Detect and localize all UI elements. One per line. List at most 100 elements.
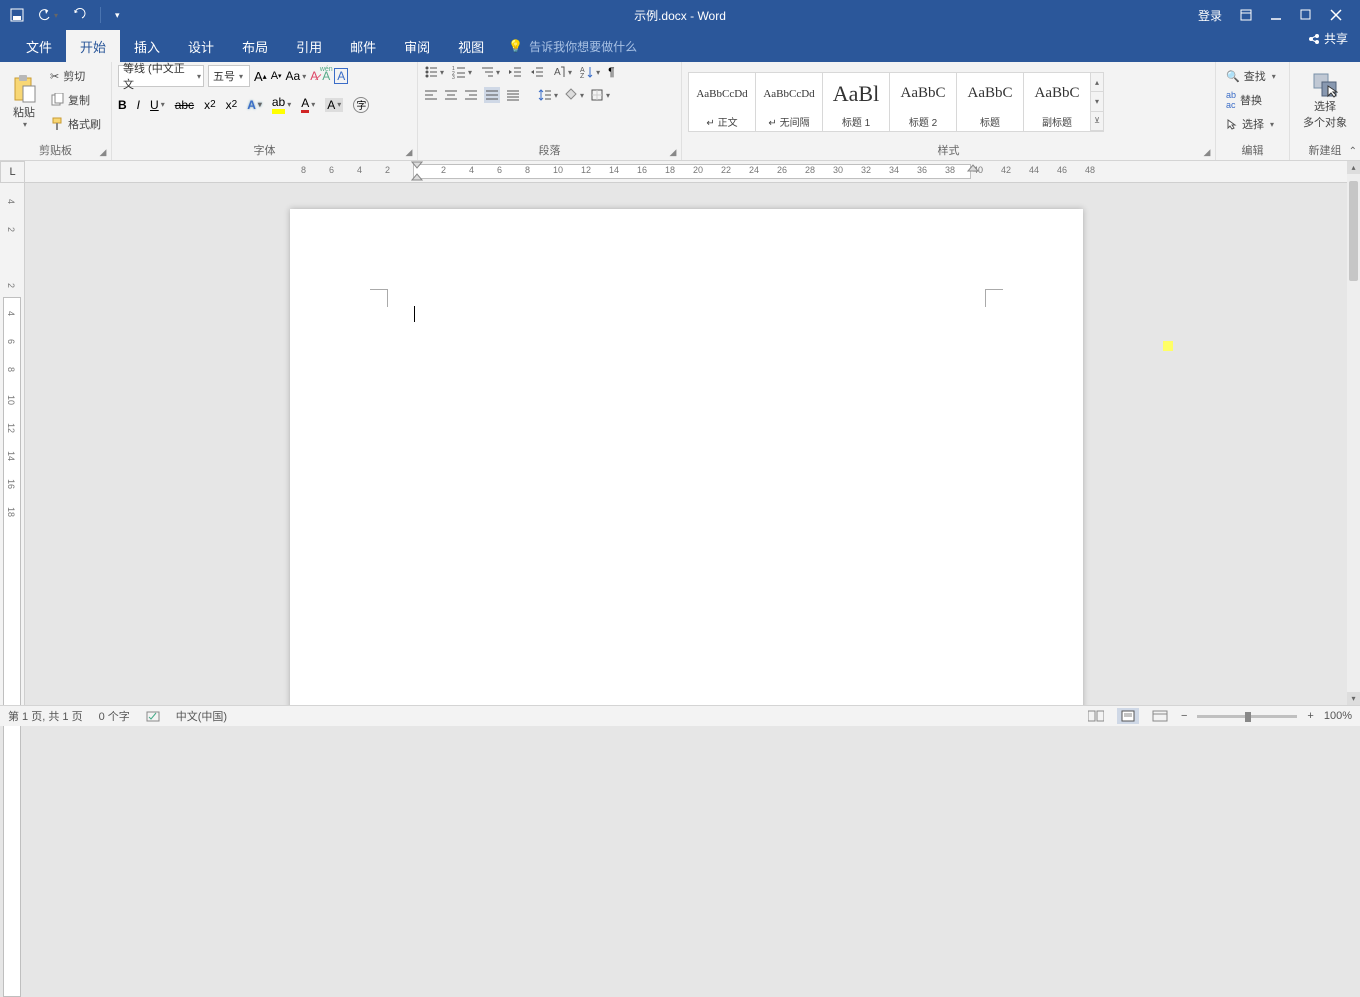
highlight-icon[interactable]: ab [272,95,291,114]
zoom-level[interactable]: 100% [1324,710,1352,722]
login-link[interactable]: 登录 [1198,7,1222,24]
grow-font-icon[interactable]: A▴ [254,69,267,84]
text-effects-icon[interactable]: A [247,98,262,112]
superscript-icon[interactable]: x2 [226,98,238,112]
tab-view[interactable]: 视图 [444,30,498,62]
save-icon[interactable] [10,8,24,22]
line-spacing-icon[interactable] [538,88,558,102]
tab-design[interactable]: 设计 [174,30,228,62]
share-button[interactable]: 共享 [1308,30,1348,47]
ribbon-display-options-icon[interactable] [1240,9,1252,21]
char-shading-icon[interactable]: A [325,98,343,112]
decrease-indent-icon[interactable] [508,65,522,79]
paste-button[interactable]: 粘贴 [6,65,42,137]
select-multiple-objects-button[interactable]: 选择 多个对象 [1296,65,1354,137]
align-left-icon[interactable] [424,88,438,102]
cut-button[interactable]: ✂剪切 [46,65,105,87]
vertical-ruler[interactable]: 4224681012141618 [0,183,25,705]
format-painter-button[interactable]: 格式刷 [46,113,105,135]
spellcheck-icon[interactable] [146,709,160,723]
bold-icon[interactable]: B [118,98,127,112]
tab-insert[interactable]: 插入 [120,30,174,62]
clear-formatting-icon[interactable]: A̷ [310,69,318,83]
cursor-icon [1226,118,1238,130]
tab-home[interactable]: 开始 [66,30,120,62]
justify-icon[interactable] [484,87,500,103]
maximize-icon[interactable] [1300,9,1312,21]
font-color-icon[interactable]: A [301,96,315,113]
character-border-icon[interactable]: A [334,68,348,84]
zoom-slider[interactable] [1197,715,1297,718]
change-case-icon[interactable]: Aa [286,69,307,83]
style-item-3[interactable]: AaBbC标题 2 [889,72,957,132]
clipboard-dialog-launcher[interactable]: ◢ [97,147,109,159]
style-item-1[interactable]: AaBbCcDd↵ 无间隔 [755,72,823,132]
zoom-in-icon[interactable]: + [1307,710,1313,722]
tab-selector[interactable]: L [0,161,25,183]
italic-icon[interactable]: I [137,98,140,112]
copy-button[interactable]: 复制 [46,89,105,111]
gallery-up-icon[interactable]: ▴ [1091,73,1103,92]
undo-icon[interactable] [38,8,58,22]
gallery-down-icon[interactable]: ▾ [1091,92,1103,111]
shrink-font-icon[interactable]: A▾ [271,70,282,82]
numbering-icon[interactable]: 123 [452,65,472,79]
font-size-combo[interactable]: 五号▾ [208,65,250,87]
align-center-icon[interactable] [444,88,458,102]
lightbulb-icon: 💡 [508,39,523,53]
vertical-scrollbar[interactable]: ▴ ▾ [1347,161,1360,705]
strikethrough-icon[interactable]: abc [175,98,194,112]
minimize-icon[interactable] [1270,9,1282,21]
group-font: 等线 (中文正文▾ 五号▾ A▴ A▾ Aa A̷ wénA A B I U a… [112,62,418,160]
style-item-0[interactable]: AaBbCcDd↵ 正文 [688,72,756,132]
style-item-4[interactable]: AaBbC标题 [956,72,1024,132]
scroll-down-icon[interactable]: ▾ [1347,692,1360,705]
tab-references[interactable]: 引用 [282,30,336,62]
document-viewport[interactable] [25,183,1347,705]
tab-file[interactable]: 文件 [12,30,66,62]
close-icon[interactable] [1330,9,1342,21]
page-indicator[interactable]: 第 1 页, 共 1 页 [8,708,83,724]
font-dialog-launcher[interactable]: ◢ [403,147,415,159]
style-item-2[interactable]: AaBl标题 1 [822,72,890,132]
distributed-icon[interactable] [506,88,520,102]
collapse-ribbon-icon[interactable]: ⌃ [1349,146,1357,157]
enclose-char-icon[interactable]: 字 [353,97,369,113]
gallery-more-icon[interactable]: ⊻ [1091,112,1103,131]
web-layout-icon[interactable] [1149,708,1171,724]
replace-button[interactable]: abac替换 [1222,89,1280,111]
read-mode-icon[interactable] [1085,708,1107,724]
print-layout-icon[interactable] [1117,708,1139,724]
sort-icon[interactable]: AZ [580,65,600,79]
zoom-out-icon[interactable]: − [1181,710,1187,722]
style-item-5[interactable]: AaBbC副标题 [1023,72,1091,132]
increase-indent-icon[interactable] [530,65,544,79]
scroll-up-icon[interactable]: ▴ [1347,161,1360,174]
word-count[interactable]: 0 个字 [99,708,130,724]
paragraph-dialog-launcher[interactable]: ◢ [667,147,679,159]
borders-icon[interactable] [590,88,610,102]
horizontal-ruler[interactable]: 8642246810121416182022242628303234363840… [25,161,1347,183]
subscript-icon[interactable]: x2 [204,98,216,112]
find-button[interactable]: 🔍查找 [1222,65,1280,87]
bullets-icon[interactable] [424,65,444,79]
tell-me-search[interactable]: 💡 告诉我你想要做什么 [498,30,1360,62]
asian-layout-icon[interactable]: A [552,65,572,79]
phonetic-guide-icon[interactable]: wénA [322,69,330,83]
search-icon: 🔍 [1226,70,1240,83]
underline-icon[interactable]: U [150,98,165,112]
align-right-icon[interactable] [464,88,478,102]
tab-layout[interactable]: 布局 [228,30,282,62]
tab-review[interactable]: 审阅 [390,30,444,62]
select-button[interactable]: 选择 [1222,113,1280,135]
font-name-combo[interactable]: 等线 (中文正文▾ [118,65,204,87]
tab-mailings[interactable]: 邮件 [336,30,390,62]
scroll-thumb[interactable] [1349,181,1358,281]
qat-customize-icon[interactable]: ▾ [115,10,120,21]
styles-dialog-launcher[interactable]: ◢ [1201,147,1213,159]
multilevel-list-icon[interactable] [480,65,500,79]
shading-icon[interactable] [564,88,584,102]
redo-icon[interactable] [72,8,86,22]
show-marks-icon[interactable]: ¶ [608,65,614,79]
language-indicator[interactable]: 中文(中国) [176,708,227,724]
